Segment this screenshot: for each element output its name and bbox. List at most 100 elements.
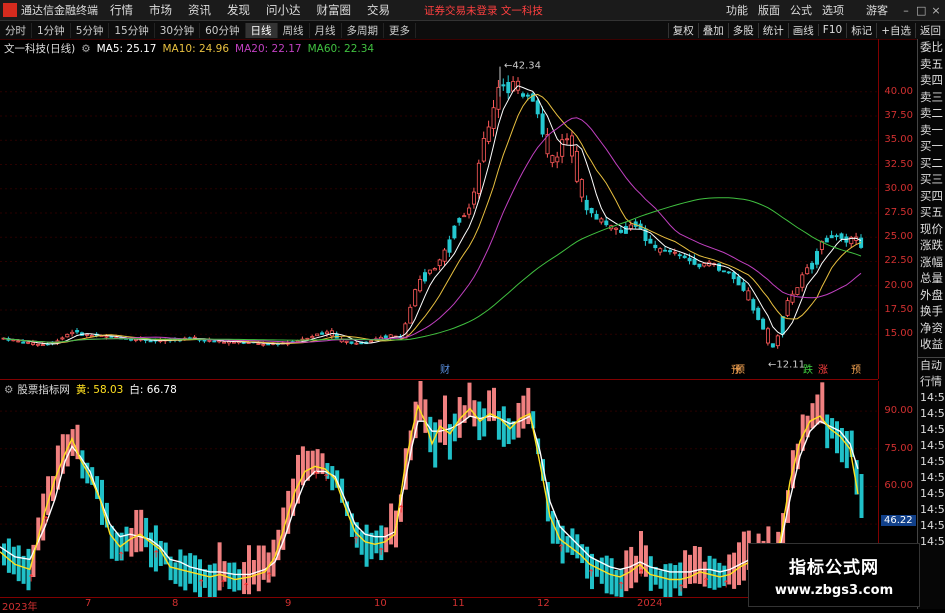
watermark: 指标公式网 www.zbgs3.com: [748, 543, 920, 607]
period-more[interactable]: 更多: [384, 22, 416, 38]
btn-back[interactable]: 返回: [915, 22, 945, 38]
quote-field-label: 收益: [920, 337, 943, 351]
event-marker[interactable]: 跌: [803, 363, 813, 376]
period-15min[interactable]: 15分钟: [109, 22, 155, 38]
period-multi[interactable]: 多周期: [342, 22, 384, 38]
candle: [599, 217, 604, 225]
settings-icon[interactable]: ⚙: [81, 43, 90, 55]
candle: [21, 338, 26, 344]
menu-item-market[interactable]: 市场: [149, 2, 172, 18]
date-axis: 2023年 7 8 9 10 11 12 2024: [0, 597, 878, 613]
price-tick-label: 37.50: [884, 110, 913, 122]
btn-multistock[interactable]: 多股: [727, 22, 758, 38]
candle: [467, 203, 472, 219]
ma20-line: [3, 117, 862, 343]
candle: [565, 133, 570, 145]
quote-field-label: 卖一: [920, 122, 943, 137]
period-tick[interactable]: 分时: [0, 22, 32, 38]
event-marker[interactable]: 预: [851, 364, 861, 376]
period-monthly[interactable]: 月线: [310, 22, 342, 38]
price-tick-label: 27.50: [884, 207, 913, 218]
indicator-settings-icon[interactable]: ⚙: [4, 384, 13, 396]
period-60min[interactable]: 60分钟: [200, 22, 246, 38]
menu-formula[interactable]: 公式: [790, 2, 812, 18]
indicator-bar: [609, 558, 614, 595]
price-chart[interactable]: ←42.34←12.11财 预预跌涨预: [0, 39, 878, 379]
candle: [501, 78, 506, 91]
indicator-bar: [467, 382, 472, 417]
legend-yellow: 黄: 58.03: [75, 384, 124, 396]
btn-overlay[interactable]: 叠加: [697, 22, 728, 38]
candle: [70, 329, 75, 337]
event-marker[interactable]: 预: [735, 364, 745, 376]
menu-item-ask[interactable]: 问小达: [266, 2, 301, 18]
indicator-tick-label: 60.00: [884, 480, 913, 492]
candle: [663, 246, 668, 252]
buy-arrow-icon: ↑: [27, 573, 35, 584]
guest-login[interactable]: 游客: [866, 2, 888, 18]
period-5min[interactable]: 5分钟: [71, 22, 110, 38]
date-tick-label: 9: [285, 598, 292, 609]
btn-draw[interactable]: 画线: [787, 22, 818, 38]
candle: [829, 230, 834, 239]
buy-arrow-icon: ↑: [197, 578, 205, 589]
btn-adjust[interactable]: 复权: [667, 22, 698, 38]
candle: [756, 306, 761, 321]
tick-time: 14:50: [920, 470, 945, 484]
yellow-line: [0, 403, 859, 581]
candle: [677, 252, 682, 259]
indicator-bar: [144, 517, 149, 548]
candle: [437, 258, 442, 271]
btn-stats[interactable]: 统计: [757, 22, 788, 38]
candle: [133, 338, 138, 343]
panel-mode-label[interactable]: 自动: [918, 358, 945, 374]
indicator-chart[interactable]: ↑↑↑ ↑↑ ↑ ↑↑↑ ↑↑↑↑↑↑↑↑↑↑ ↑: [0, 381, 878, 597]
panel-mode-label[interactable]: 行情: [918, 374, 945, 390]
menu-item-news[interactable]: 资讯: [188, 2, 211, 18]
indicator-bar: [663, 564, 668, 597]
candle: [60, 336, 65, 341]
panel-divider[interactable]: [0, 379, 878, 380]
btn-add-watch[interactable]: +自选: [876, 22, 915, 38]
menu-function[interactable]: 功能: [726, 2, 748, 18]
candle: [785, 297, 790, 318]
candle: [702, 263, 707, 268]
menu-item-wealth[interactable]: 财富圈: [317, 2, 352, 18]
indicator-bar: [109, 525, 114, 559]
menu-item-trade[interactable]: 交易: [367, 2, 390, 18]
period-daily[interactable]: 日线: [245, 22, 278, 38]
price-axis: 40.00 37.50 35.00 32.50 30.00 27.50 25.00 22.50…: [878, 39, 917, 379]
candle: [810, 261, 815, 274]
candle: [481, 131, 486, 163]
menu-layout[interactable]: 版面: [758, 2, 780, 18]
login-warning[interactable]: 证券交易未登录 文一科技: [424, 3, 543, 18]
minimize-icon[interactable]: –: [901, 4, 911, 17]
period-30min[interactable]: 30分钟: [155, 22, 201, 38]
legend-ma60: MA60: 22.34: [307, 42, 375, 55]
menu-options[interactable]: 选项: [822, 2, 844, 18]
menu-item-discover[interactable]: 发现: [227, 2, 250, 18]
candle: [65, 333, 70, 338]
event-marker[interactable]: 涨: [818, 364, 828, 376]
indicator-bars: [2, 381, 864, 597]
candle: [550, 154, 555, 168]
maximize-icon[interactable]: □: [916, 4, 926, 17]
close-icon[interactable]: ×: [931, 4, 941, 17]
main-legend: 文一科技(日线) ⚙ MA5: 25.17 MA10: 24.96 MA20: …: [4, 41, 374, 56]
event-marker[interactable]: 财: [440, 363, 450, 376]
quote-field-label: 卖三: [920, 89, 943, 104]
quote-field-label: 卖四: [920, 73, 943, 87]
quote-field-label: 买五: [920, 205, 943, 219]
btn-f10[interactable]: F10: [817, 24, 846, 36]
buy-arrow-icon: ↑: [242, 582, 250, 593]
indicator-bar: [835, 421, 839, 454]
menu-item-quotes[interactable]: 行情: [110, 2, 133, 18]
indicator-bar: [810, 403, 815, 429]
period-weekly[interactable]: 周线: [278, 22, 310, 38]
buy-arrow-icon: ↑: [722, 580, 730, 591]
btn-mark[interactable]: 标记: [846, 22, 876, 38]
period-1min[interactable]: 1分钟: [32, 22, 71, 38]
indicator-bar: [153, 525, 158, 572]
candle: [506, 75, 511, 100]
indicator-bar: [173, 562, 178, 584]
